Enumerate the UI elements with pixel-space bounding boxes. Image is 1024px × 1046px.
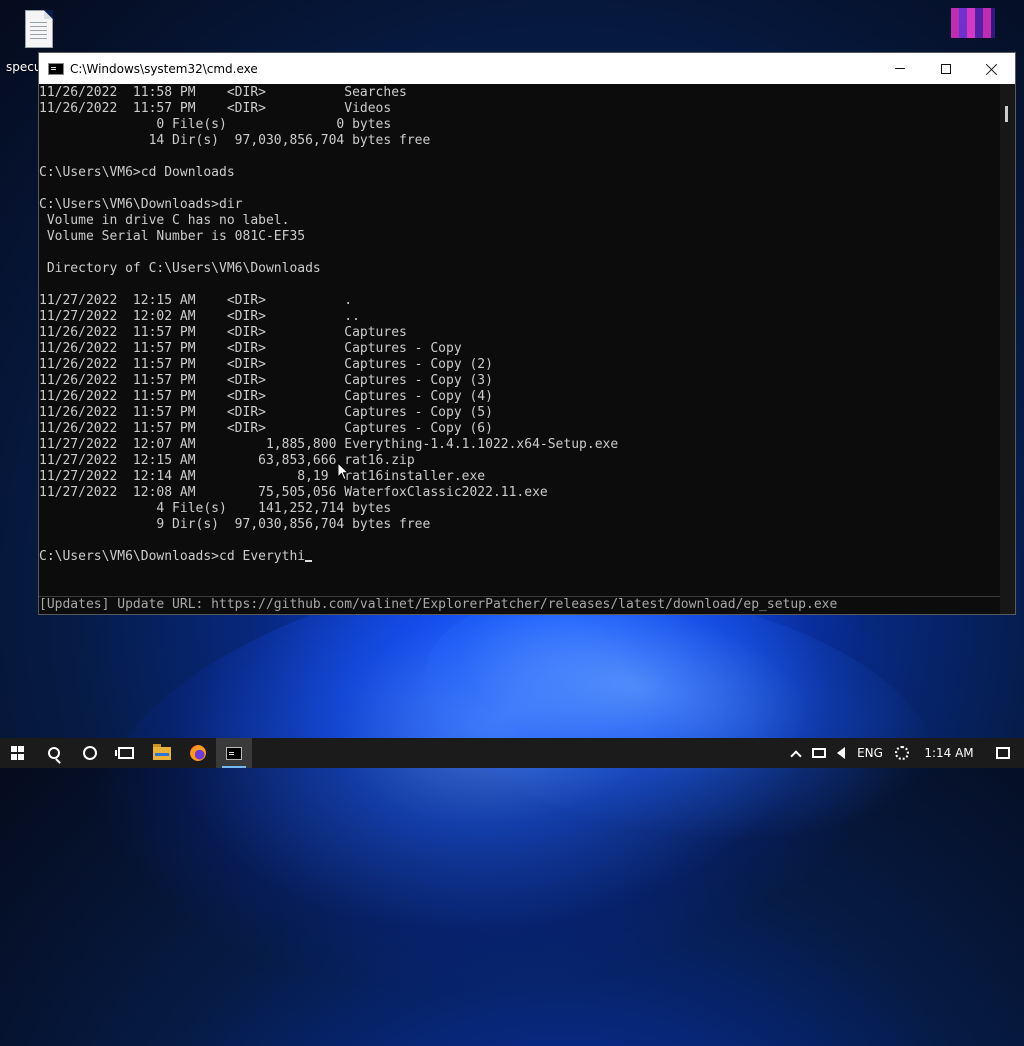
console-line: 11/27/2022 12:07 AM 1,885,800 Everything… (39, 437, 619, 452)
cmd-window[interactable]: C:\Windows\system32\cmd.exe 11/26/2022 1… (38, 52, 1016, 615)
firefox-icon (190, 745, 206, 761)
settings-button[interactable] (888, 738, 916, 768)
file-explorer-icon (153, 743, 171, 760)
cmd-taskbar-button[interactable] (216, 738, 252, 768)
console-lines: 11/26/2022 11:58 PM <DIR> Searches 11/26/… (39, 85, 618, 565)
notification-icon (996, 747, 1010, 759)
cortana-icon (83, 746, 97, 760)
window-titlebar[interactable]: C:\Windows\system32\cmd.exe (39, 53, 1015, 84)
console-line: 11/26/2022 11:58 PM <DIR> Searches (39, 85, 407, 100)
network-icon (812, 748, 826, 758)
notifications-button[interactable] (982, 738, 1024, 768)
search-button[interactable] (36, 738, 72, 768)
task-view-button[interactable] (108, 738, 144, 768)
console-line: Volume Serial Number is 081C-EF35 (39, 229, 306, 244)
minimize-icon (895, 68, 905, 69)
clock[interactable]: 1:14 AM (916, 738, 982, 768)
minimize-button[interactable] (877, 53, 923, 84)
close-button[interactable] (969, 53, 1015, 84)
mouse-pointer-icon (337, 462, 349, 481)
console-line: 11/26/2022 11:57 PM <DIR> Videos (39, 101, 392, 116)
volume-icon (837, 747, 845, 759)
file-explorer-button[interactable] (144, 738, 180, 768)
gear-icon (895, 746, 909, 760)
updates-output: [Updates] Update URL: https://github.com… (39, 596, 1001, 614)
updates-line: [Updates] Unable to check for updates be… (39, 613, 1001, 614)
text-cursor (305, 560, 313, 562)
console-line: 11/27/2022 12:08 AM 75,505,056 WaterfoxC… (39, 485, 548, 500)
console-line: Directory of C:\Users\VM6\Downloads (39, 261, 321, 276)
console-line: 11/27/2022 12:02 AM <DIR> .. (39, 309, 360, 324)
system-tray: ENG 1:14 AM (784, 738, 1024, 768)
console-line: 0 File(s) 0 bytes (39, 117, 392, 132)
show-hidden-icons-button[interactable] (784, 738, 808, 768)
cmd-icon (226, 746, 242, 760)
cortana-button[interactable] (72, 738, 108, 768)
console-line: 14 Dir(s) 97,030,856,704 bytes free (39, 133, 431, 148)
console-line: 4 File(s) 141,252,714 bytes (39, 501, 392, 516)
desktop-file-icon[interactable] (22, 8, 56, 50)
search-icon (48, 747, 60, 759)
desktop-file-label: specu (6, 60, 42, 74)
console-line: 11/26/2022 11:57 PM <DIR> Captures - Cop… (39, 373, 493, 388)
maximize-icon (941, 63, 951, 74)
console-line: 11/26/2022 11:57 PM <DIR> Captures (39, 325, 407, 340)
taskbar: ENG 1:14 AM (0, 738, 1024, 768)
console-line: C:\Users\VM6\Downloads>dir (39, 197, 243, 212)
close-icon (986, 63, 998, 75)
window-title: C:\Windows\system32\cmd.exe (70, 61, 258, 76)
console-line: 11/26/2022 11:57 PM <DIR> Captures - Cop… (39, 405, 493, 420)
console-line: 11/26/2022 11:57 PM <DIR> Captures - Cop… (39, 389, 493, 404)
console-output[interactable]: 11/26/2022 11:58 PM <DIR> Searches 11/26/… (39, 84, 1001, 614)
console-line: C:\Users\VM6\Downloads>cd Everythi (39, 549, 618, 565)
console-line: 11/27/2022 12:14 AM 8,19 rat16installer.… (39, 469, 486, 484)
console-line: 11/27/2022 12:15 AM 63,853,666 rat16.zip (39, 453, 415, 468)
firefox-button[interactable] (180, 738, 216, 768)
task-view-icon (115, 747, 134, 759)
console-line: Volume in drive C has no label. (39, 213, 290, 228)
network-button[interactable] (808, 738, 830, 768)
volume-button[interactable] (830, 738, 852, 768)
windows-logo-icon (11, 746, 25, 760)
language-indicator[interactable]: ENG (852, 738, 888, 768)
console-line: 11/27/2022 12:15 AM <DIR> . (39, 293, 353, 308)
start-button[interactable] (0, 738, 36, 768)
console-line: 11/26/2022 11:57 PM <DIR> Captures - Cop… (39, 421, 493, 436)
vertical-scrollbar[interactable] (1000, 84, 1015, 614)
console-line: 9 Dir(s) 97,030,856,704 bytes free (39, 517, 431, 532)
console-line: 11/26/2022 11:57 PM <DIR> Captures - Cop… (39, 341, 462, 356)
scrollbar-thumb[interactable] (1005, 106, 1008, 122)
desktop-app-icon[interactable] (951, 8, 995, 38)
updates-line: [Updates] Update URL: https://github.com… (39, 597, 838, 612)
chevron-up-icon (790, 749, 802, 762)
maximize-button[interactable] (923, 53, 969, 84)
cmd-app-icon[interactable] (48, 62, 64, 75)
console-line: 11/26/2022 11:57 PM <DIR> Captures - Cop… (39, 357, 493, 372)
console-line: C:\Users\VM6>cd Downloads (39, 165, 235, 180)
